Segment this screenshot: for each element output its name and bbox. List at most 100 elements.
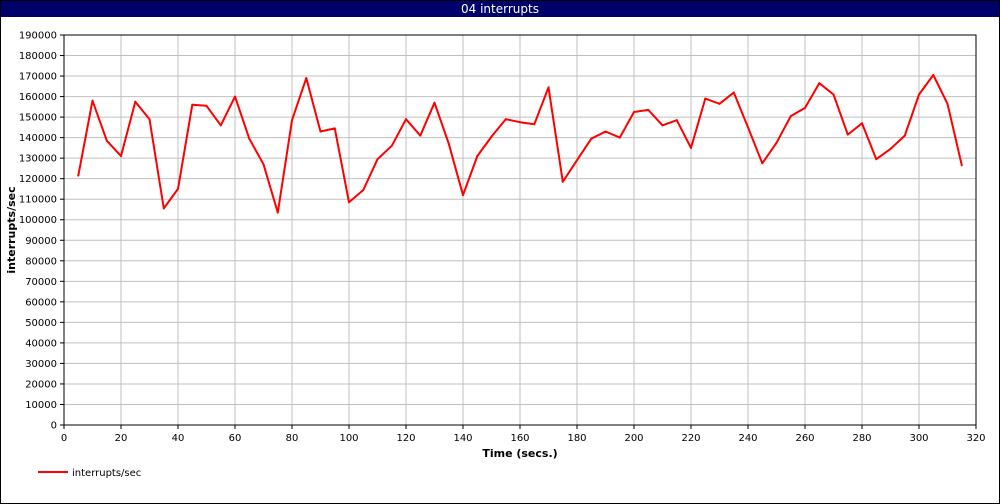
data-point [291,119,293,122]
y-tick-label: 40000 [25,338,57,349]
data-point [832,93,835,96]
data-point [718,102,721,105]
grid [63,34,977,426]
data-point [447,142,450,145]
data-point [362,188,365,191]
data-point [77,174,80,177]
x-tick-label: 200 [624,433,643,444]
y-tick-label: 150000 [19,113,57,124]
data-point [262,163,265,166]
data-point [305,77,308,80]
x-tick-label: 40 [172,433,185,444]
data-point [191,103,194,106]
x-axis-label: Time (secs.) [482,447,557,460]
y-tick-label: 130000 [19,154,57,165]
data-point [561,180,564,183]
data-point [333,127,336,130]
y-tick-label: 50000 [25,318,57,329]
y-tick-label: 160000 [19,92,57,103]
data-point [533,123,536,126]
data-point [205,104,208,107]
data-point [732,91,735,94]
data-point [91,99,94,102]
y-tick-label: 30000 [25,359,57,370]
data-point [405,118,407,121]
data-point [248,137,251,140]
data-point [576,159,578,162]
y-tick-label: 60000 [25,297,57,308]
y-tick-label: 20000 [25,379,57,390]
data-point [946,102,949,105]
data-point [604,130,607,133]
x-tick-label: 60 [229,433,242,444]
data-point [861,122,863,125]
data-point [889,147,892,150]
y-axis-label: interrupts/sec [5,186,18,273]
data-point [433,101,436,104]
data-point [818,82,821,85]
y-tick-labels: 0 10000 20000 30000 40000 50000 60000 70000 8000… [19,31,57,432]
data-point [918,93,920,96]
y-tick-label: 100000 [19,215,57,226]
data-point [390,144,393,147]
x-tick-label: 240 [738,433,757,444]
x-tick-label: 220 [681,433,700,444]
data-point [462,194,464,197]
data-point [219,124,222,127]
y-tick-label: 0 [51,421,57,432]
data-point [932,74,935,77]
x-tick-label: 280 [852,433,871,444]
data-point [789,115,792,118]
axes [60,34,977,429]
y-tick-label: 190000 [19,31,57,42]
data-point [661,124,664,127]
data-point [162,207,165,210]
data-point [775,141,778,144]
data-point [547,86,550,89]
data-point [148,118,151,121]
data-point [476,155,479,158]
data-point [875,158,878,161]
data-point [177,187,179,190]
data-point [376,158,379,161]
data-point [675,119,678,122]
data-point [134,100,137,103]
legend: interrupts/sec [38,468,141,479]
data-point [761,162,764,165]
x-tick-label: 260 [795,433,814,444]
x-tick-label: 120 [396,433,415,444]
data-point [633,110,635,113]
x-tick-label: 100 [339,433,358,444]
x-tick-label: 160 [510,433,529,444]
y-tick-label: 120000 [19,174,57,185]
data-point [590,137,593,140]
x-tick-label: 0 [61,433,67,444]
data-point [747,126,749,129]
data-point [690,146,692,149]
data-point [960,164,963,167]
x-tick-label: 20 [115,433,128,444]
x-tick-labels: 0 20 40 60 80 100 120 140 160 180 200 220 240 260 280 3… [61,433,986,444]
data-point [319,130,322,133]
y-tick-label: 90000 [25,236,57,247]
data-point [519,121,521,124]
data-point [846,133,849,136]
x-tick-label: 80 [286,433,299,444]
y-tick-label: 180000 [19,51,57,62]
data-point [903,134,906,137]
data-point [348,201,350,204]
data-point [105,139,108,142]
data-point [647,108,650,111]
y-tick-label: 140000 [19,133,57,144]
x-tick-label: 320 [966,433,985,444]
x-tick-label: 140 [453,433,472,444]
data-point [234,95,236,98]
data-point [276,211,279,214]
data-point [490,135,493,138]
data-point [618,136,621,139]
legend-label: interrupts/sec [72,468,141,479]
data-point [504,118,507,121]
x-tick-label: 180 [567,433,586,444]
data-point [704,97,707,100]
chart-svg: 0100002000030000400005000060000700008000… [5,31,986,480]
